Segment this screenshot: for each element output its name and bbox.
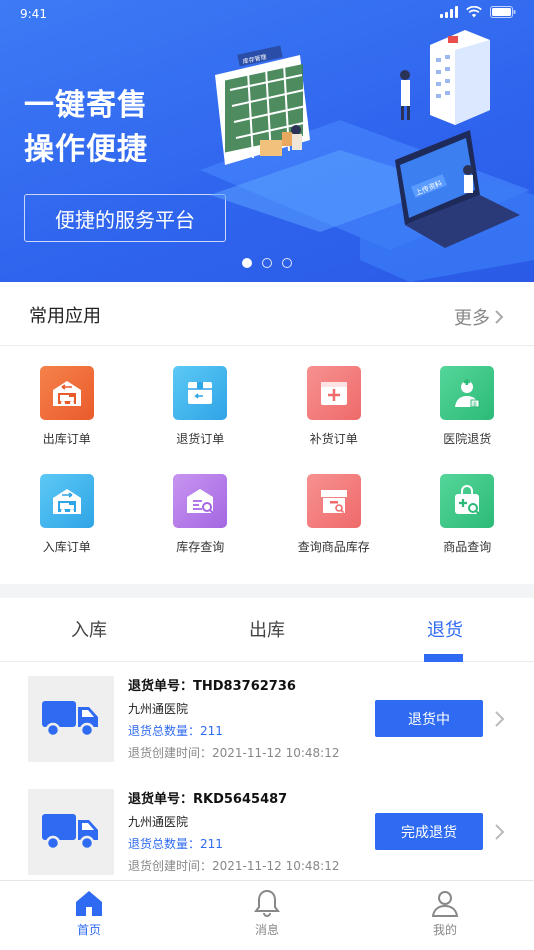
app-label: 出库订单 xyxy=(42,432,91,446)
bag-search-icon xyxy=(440,474,495,528)
order-time: 2021-11-12 10:48:12 xyxy=(212,746,340,760)
app-label: 医院退货 xyxy=(443,432,492,446)
carousel-dot[interactable] xyxy=(242,258,252,268)
truck-icon xyxy=(42,701,98,738)
tab-inbound[interactable]: 入库 xyxy=(0,598,178,661)
nav-profile[interactable]: 我的 xyxy=(356,881,534,950)
wifi-icon xyxy=(466,6,482,18)
carousel-dot[interactable] xyxy=(262,258,272,268)
app-label: 退货订单 xyxy=(176,432,225,446)
order-time: 2021-11-12 10:48:12 xyxy=(212,859,340,873)
order-no-label: 退货单号： xyxy=(128,792,194,807)
order-info: 退货单号：RKD5645487 九州通医院 退货总数量：211 退货创建时间：2… xyxy=(128,789,339,877)
inventory-search-icon xyxy=(173,474,228,528)
order-hospital: 九州通医院 xyxy=(128,702,189,716)
truck-thumbnail xyxy=(28,676,114,762)
more-link[interactable]: 更多 xyxy=(454,304,504,330)
app-label: 查询商品库存 xyxy=(297,540,370,554)
bottom-nav: 首页 消息 我的 xyxy=(0,880,534,950)
return-box-icon xyxy=(173,366,228,420)
orders-section: 入库 出库 退货 退货单号：THD83762736 九州通医院 退货总数量：21… xyxy=(0,598,534,880)
nav-label: 首页 xyxy=(76,923,101,937)
nav-messages[interactable]: 消息 xyxy=(178,881,356,950)
order-hospital: 九州通医院 xyxy=(128,815,189,829)
warehouse-out-icon xyxy=(39,366,94,420)
battery-icon xyxy=(490,6,516,18)
order-row[interactable]: 退货单号：THD83762736 九州通医院 退货总数量：211 退货创建时间：… xyxy=(0,676,534,766)
carousel-dot[interactable] xyxy=(282,258,292,268)
order-tabs: 入库 出库 退货 xyxy=(0,598,534,662)
tab-outbound[interactable]: 出库 xyxy=(178,598,356,661)
status-icons xyxy=(440,6,516,18)
order-qty-label: 退货总数量： xyxy=(128,724,201,738)
archive-search-icon xyxy=(306,474,361,528)
signal-icon xyxy=(440,6,458,18)
order-qty: 211 xyxy=(200,837,223,851)
order-no: RKD5645487 xyxy=(193,792,288,807)
truck-thumbnail xyxy=(28,789,114,875)
chevron-right-icon xyxy=(495,310,504,324)
app-label: 入库订单 xyxy=(42,540,91,554)
banner-line-1: 一键寄售 xyxy=(24,88,148,123)
app-grid: 出库订单 退货订单 补货订单 退 医院退货 入库订单 库存查询 查询商品库存 商… xyxy=(0,346,534,582)
bell-icon xyxy=(254,889,280,917)
doctor-icon: 退 xyxy=(440,366,495,420)
nav-label: 消息 xyxy=(254,923,279,937)
order-status-button[interactable]: 完成退货 xyxy=(375,813,483,850)
app-item-product-query[interactable]: 商品查询 xyxy=(401,474,534,582)
home-icon xyxy=(76,891,102,916)
order-qty: 211 xyxy=(200,724,223,738)
status-time: 9:41 xyxy=(20,7,47,21)
app-item-return-order[interactable]: 退货订单 xyxy=(134,366,268,474)
chevron-right-icon[interactable] xyxy=(494,823,506,841)
banner[interactable]: 9:41 一键寄售 操作便捷 便捷的服务平台 库存管理 上传资料 xyxy=(0,0,534,282)
app-label: 补货订单 xyxy=(309,432,358,446)
order-info: 退货单号：THD83762736 九州通医院 退货总数量：211 退货创建时间：… xyxy=(128,676,339,764)
app-item-inbound-order[interactable]: 入库订单 xyxy=(0,474,134,582)
nav-label: 我的 xyxy=(432,923,457,937)
order-no-label: 退货单号： xyxy=(128,679,194,694)
app-item-inventory-query[interactable]: 库存查询 xyxy=(134,474,268,582)
app-label: 库存查询 xyxy=(176,540,225,554)
app-label: 商品查询 xyxy=(443,540,492,554)
medical-kit-icon xyxy=(306,366,361,420)
common-apps-section: 常用应用 更多 出库订单 退货订单 补货订单 退 医院退货 入库订单 库存查询 … xyxy=(0,282,534,584)
order-time-label: 退货创建时间： xyxy=(128,859,213,873)
chevron-right-icon[interactable] xyxy=(494,710,506,728)
order-row[interactable]: 退货单号：RKD5645487 九州通医院 退货总数量：211 退货创建时间：2… xyxy=(0,789,534,879)
user-icon xyxy=(431,891,459,917)
carousel-dots[interactable] xyxy=(0,258,534,268)
banner-illustration: 库存管理 上传资料 xyxy=(200,30,534,282)
tab-return[interactable]: 退货 xyxy=(356,598,534,661)
banner-headline: 一键寄售 操作便捷 xyxy=(24,84,148,172)
common-apps-title: 常用应用 xyxy=(29,306,101,327)
app-item-hospital-return[interactable]: 退 医院退货 xyxy=(401,366,534,474)
order-status-button[interactable]: 退货中 xyxy=(375,700,483,737)
common-apps-header: 常用应用 更多 xyxy=(0,282,534,346)
app-item-product-stock-query[interactable]: 查询商品库存 xyxy=(267,474,401,582)
app-item-outbound-order[interactable]: 出库订单 xyxy=(0,366,134,474)
active-tab-indicator xyxy=(424,654,463,662)
warehouse-in-icon xyxy=(39,474,94,528)
order-qty-label: 退货总数量： xyxy=(128,837,201,851)
svg-text:退: 退 xyxy=(472,401,477,408)
banner-line-2: 操作便捷 xyxy=(24,132,148,167)
order-no: THD83762736 xyxy=(193,679,296,694)
truck-icon xyxy=(42,814,98,851)
nav-home[interactable]: 首页 xyxy=(0,881,178,950)
more-label: 更多 xyxy=(454,308,490,329)
app-item-restock-order[interactable]: 补货订单 xyxy=(267,366,401,474)
order-time-label: 退货创建时间： xyxy=(128,746,213,760)
